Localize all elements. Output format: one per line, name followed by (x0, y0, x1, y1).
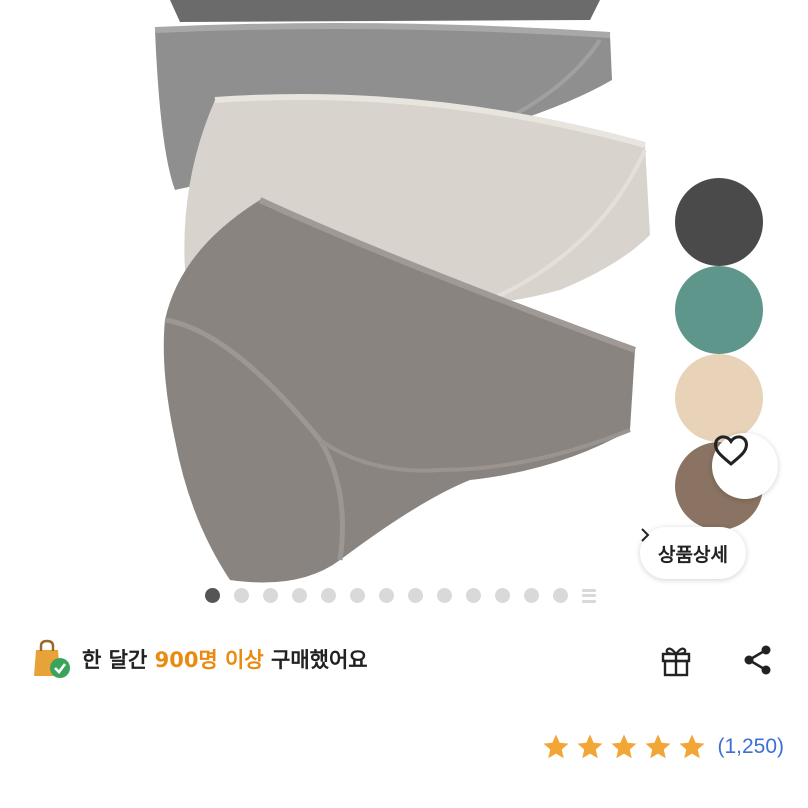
carousel-dot[interactable] (524, 588, 539, 603)
star-icon (679, 734, 705, 759)
review-count[interactable]: (1,250) (717, 735, 784, 759)
purchase-suffix: 구매했어요 (271, 648, 368, 672)
carousel-dot[interactable] (263, 588, 278, 603)
carousel-dot[interactable] (350, 588, 365, 603)
color-swatch-beige[interactable] (675, 354, 763, 442)
carousel-dot[interactable] (234, 588, 249, 603)
carousel-dot[interactable] (495, 588, 510, 603)
gift-icon (661, 647, 691, 677)
carousel-pagination (205, 588, 596, 603)
product-detail-label: 상품상세 (658, 543, 728, 566)
carousel-dot[interactable] (437, 588, 452, 603)
heart-icon (713, 435, 749, 466)
purchase-count-highlight: 900명 이상 (154, 648, 264, 672)
purchase-prefix: 한 달간 (82, 648, 148, 672)
carousel-dot[interactable] (205, 588, 220, 603)
carousel-dot[interactable] (292, 588, 307, 603)
star-icon (577, 734, 603, 759)
purchase-count-banner: 한 달간 900명 이상 구매했어요 (30, 636, 368, 682)
share-icon (744, 645, 771, 675)
carousel-dot[interactable] (408, 588, 423, 603)
star-icon (543, 734, 569, 759)
shopping-bag-check-icon (34, 639, 70, 678)
product-detail-button[interactable]: 상품상세 (640, 527, 746, 579)
product-rating[interactable]: (1,250) (541, 732, 784, 762)
gift-button[interactable] (654, 638, 698, 682)
color-swatch-dark-grey[interactable] (675, 178, 763, 266)
chevron-right-icon (641, 528, 650, 542)
product-image-carousel[interactable]: 상품상세 (0, 0, 808, 620)
carousel-dot[interactable] (553, 588, 568, 603)
carousel-dot[interactable] (466, 588, 481, 603)
color-swatch-teal[interactable] (675, 266, 763, 354)
more-images-icon[interactable] (582, 588, 596, 603)
wishlist-button[interactable] (712, 433, 778, 499)
star-icon (645, 734, 671, 759)
share-button[interactable] (736, 638, 780, 682)
star-icon (611, 734, 637, 759)
carousel-dot[interactable] (379, 588, 394, 603)
carousel-dot[interactable] (321, 588, 336, 603)
